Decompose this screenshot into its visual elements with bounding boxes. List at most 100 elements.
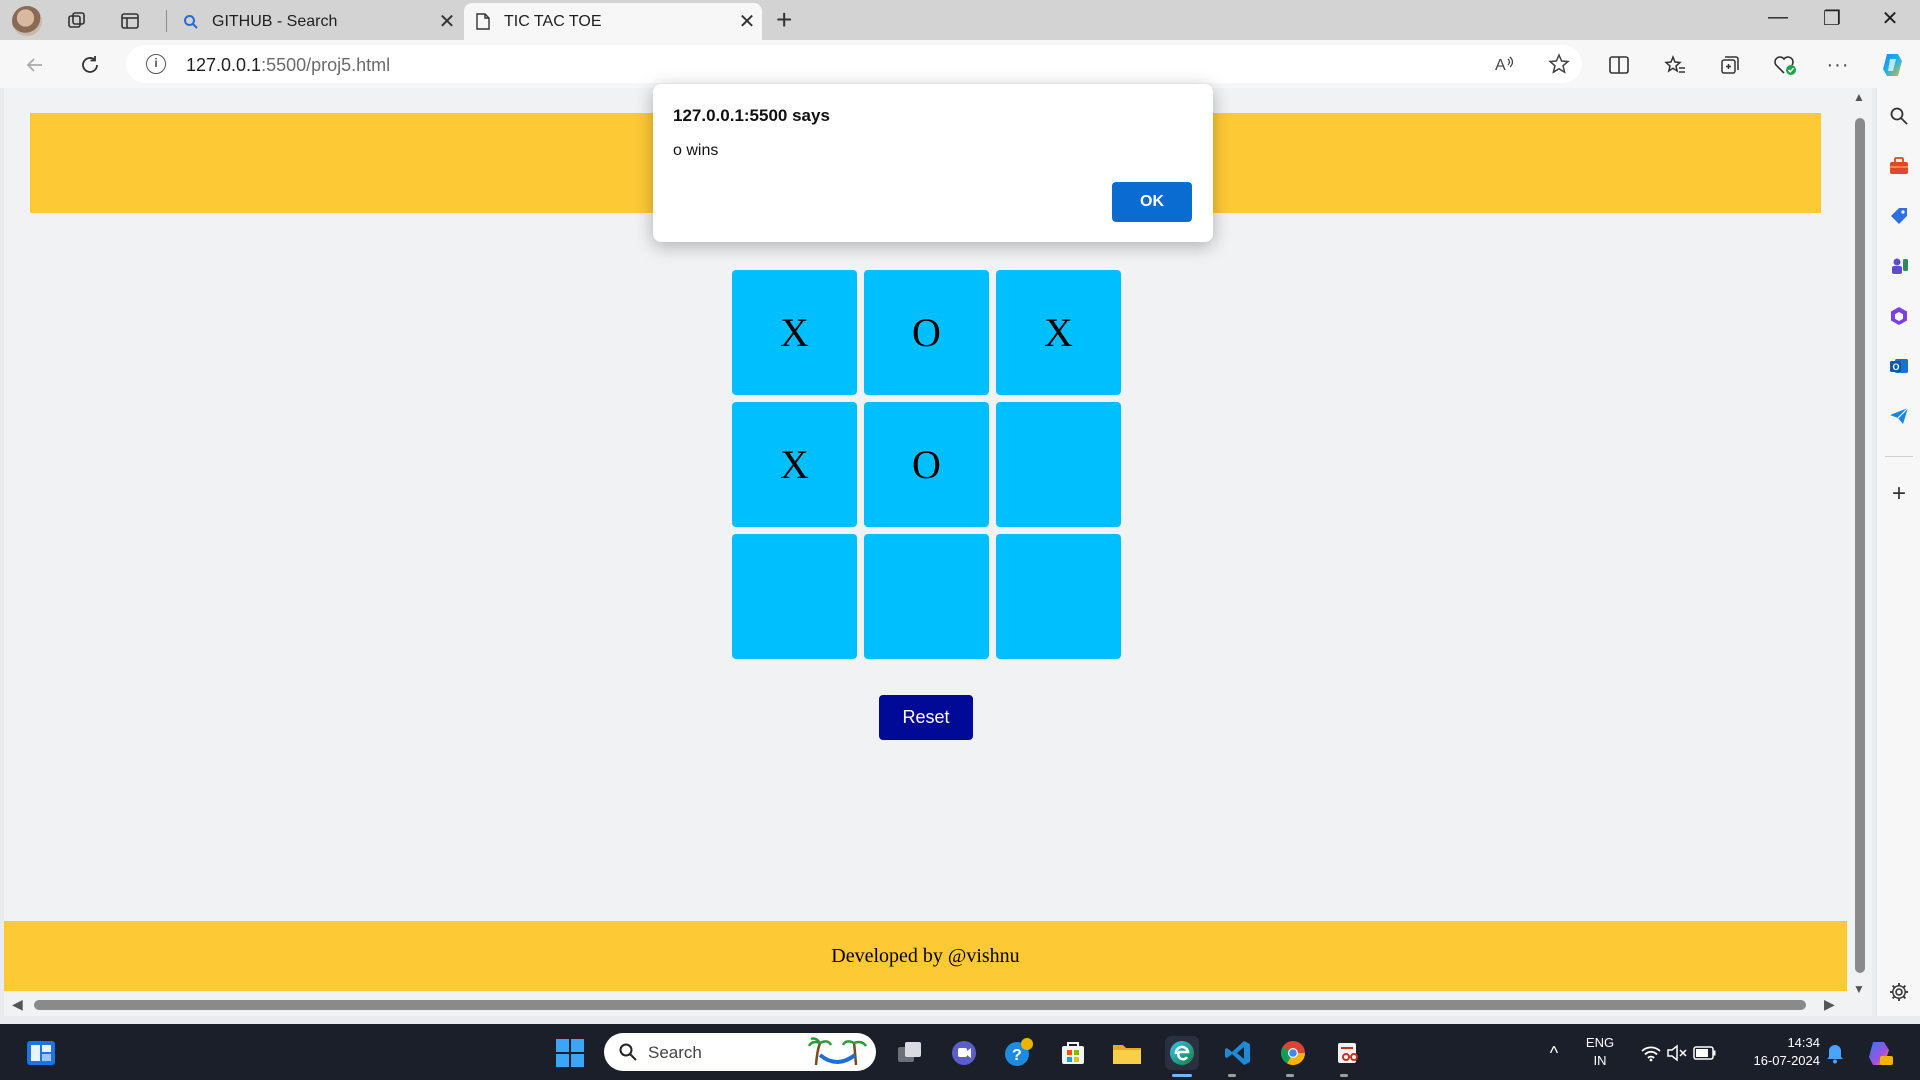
search-icon — [182, 13, 200, 31]
tools-briefcase-icon[interactable] — [1887, 154, 1911, 178]
collections-icon[interactable] — [1715, 50, 1745, 80]
taskbar-search-label: Search — [648, 1043, 702, 1062]
office-icon[interactable] — [1887, 304, 1911, 328]
workspaces-icon[interactable] — [64, 8, 90, 34]
snipping-running-indicator — [1340, 1074, 1348, 1077]
board-cell-9[interactable] — [996, 534, 1121, 659]
scroll-up-arrow-icon[interactable]: ▲ — [1853, 90, 1865, 104]
board-cell-6[interactable] — [996, 402, 1121, 527]
refresh-icon[interactable] — [75, 50, 105, 80]
vertical-tabs-icon[interactable] — [117, 8, 143, 34]
new-tab-icon[interactable]: + — [776, 4, 792, 36]
alert-dialog: 127.0.0.1:5500 says o wins OK — [653, 84, 1213, 242]
search-icon[interactable] — [1887, 104, 1911, 128]
settings-gear-icon[interactable] — [1887, 980, 1911, 1004]
vertical-scroll-thumb[interactable] — [1855, 118, 1865, 973]
close-tab-icon[interactable]: ✕ — [732, 9, 762, 34]
board-cell-1[interactable]: X — [732, 270, 857, 395]
horizontal-scrollbar[interactable]: ◀ ▶ — [4, 993, 1847, 1016]
address-bar[interactable]: i 127.0.0.1:5500/proj5.html A — [126, 45, 1582, 83]
url-host: 127.0.0.1 — [186, 55, 262, 75]
taskbar-search-box[interactable]: Search — [604, 1033, 876, 1071]
add-icon[interactable]: + — [1887, 480, 1911, 507]
close-window-icon[interactable]: ✕ — [1870, 6, 1910, 31]
vscode-icon[interactable] — [1221, 1036, 1255, 1070]
url-text[interactable]: 127.0.0.1:5500/proj5.html — [186, 55, 390, 76]
tab-github-search[interactable]: GITHUB - Search ✕ — [172, 3, 462, 40]
battery-icon[interactable] — [1688, 1036, 1722, 1070]
language-indicator[interactable]: ENG IN — [1580, 1034, 1620, 1070]
file-explorer-icon[interactable] — [1110, 1036, 1144, 1070]
browser-toolbar: i 127.0.0.1:5500/proj5.html A ··· — [0, 40, 1920, 88]
board-cell-8[interactable] — [864, 534, 989, 659]
scroll-right-arrow-icon[interactable]: ▶ — [1824, 996, 1835, 1013]
start-windows-icon[interactable] — [553, 1036, 587, 1070]
shopping-tag-icon[interactable] — [1887, 204, 1911, 228]
outlook-icon[interactable]: O — [1887, 354, 1911, 378]
microsoft-store-icon[interactable] — [1056, 1036, 1090, 1070]
board-cell-3[interactable]: X — [996, 270, 1121, 395]
clock-time: 14:34 — [1787, 1035, 1820, 1050]
edge-sidebar: O + — [1876, 88, 1920, 1016]
sidebar-divider — [1885, 456, 1913, 457]
chrome-icon[interactable] — [1276, 1036, 1310, 1070]
vscode-running-indicator — [1228, 1074, 1236, 1077]
page-footer: Developed by @vishnu — [4, 921, 1847, 991]
favorites-icon[interactable] — [1660, 50, 1690, 80]
back-arrow-icon[interactable] — [20, 50, 50, 80]
svg-text:O: O — [1893, 362, 1900, 372]
board-cell-4[interactable]: X — [732, 402, 857, 527]
tic-tac-toe-board: X O X X O — [732, 270, 1122, 659]
vertical-scrollbar[interactable]: ▲ ▼ — [1847, 88, 1872, 1003]
teams-chat-icon[interactable] — [947, 1036, 981, 1070]
board-cell-5[interactable]: O — [864, 402, 989, 527]
minimize-icon[interactable]: — — [1758, 6, 1798, 29]
restore-icon[interactable]: ❐ — [1812, 6, 1852, 31]
profile-avatar[interactable] — [12, 6, 42, 36]
tab-tic-tac-toe[interactable]: TIC TAC TOE ✕ — [464, 3, 762, 40]
board-cell-2[interactable]: O — [864, 270, 989, 395]
beach-hammock-icon — [807, 1037, 868, 1072]
snipping-tool-icon[interactable] — [1331, 1036, 1365, 1070]
svg-text:A: A — [1495, 57, 1506, 74]
more-options-icon[interactable]: ··· — [1823, 50, 1853, 80]
edge-browser-icon[interactable] — [1165, 1036, 1199, 1070]
horizontal-scroll-thumb[interactable] — [34, 1000, 1806, 1010]
ok-button[interactable]: OK — [1112, 182, 1192, 222]
widgets-icon[interactable] — [24, 1036, 58, 1070]
page-icon — [474, 13, 492, 31]
titlebar-separator — [166, 10, 167, 32]
tab-title: TIC TAC TOE — [504, 12, 602, 30]
url-path: :5500/proj5.html — [261, 55, 391, 75]
clock-date: 16-07-2024 — [1753, 1053, 1821, 1068]
clock[interactable]: 14:34 16-07-2024 — [1730, 1034, 1821, 1070]
games-icon[interactable] — [1887, 254, 1911, 278]
scroll-down-arrow-icon[interactable]: ▼ — [1853, 982, 1865, 996]
reset-button[interactable]: Reset — [879, 695, 973, 740]
tab-title: GITHUB - Search — [212, 12, 338, 30]
browser-titlebar: GITHUB - Search ✕ TIC TAC TOE ✕ + — ❐ ✕ — [0, 0, 1920, 40]
telegram-send-icon[interactable] — [1887, 404, 1911, 428]
notification-bell-icon[interactable] — [1818, 1036, 1852, 1070]
get-help-icon[interactable]: ? — [1001, 1036, 1035, 1070]
chrome-running-indicator — [1286, 1074, 1294, 1077]
svg-text:?: ? — [1012, 1047, 1022, 1064]
dialog-title: 127.0.0.1:5500 says — [673, 106, 830, 125]
site-info-icon[interactable]: i — [146, 54, 166, 74]
search-icon — [618, 1042, 638, 1067]
favorite-star-icon[interactable] — [1544, 49, 1574, 79]
browser-essentials-icon[interactable] — [1770, 50, 1800, 80]
copilot-icon[interactable] — [1878, 50, 1908, 80]
split-screen-icon[interactable] — [1604, 50, 1634, 80]
scroll-left-arrow-icon[interactable]: ◀ — [12, 996, 23, 1013]
read-aloud-icon[interactable]: A — [1490, 49, 1520, 79]
show-hidden-icons-chevron-icon[interactable]: ^ — [1537, 1036, 1571, 1070]
board-cell-7[interactable] — [732, 534, 857, 659]
copilot-taskbar-icon[interactable] — [1862, 1036, 1896, 1070]
dialog-message: o wins — [673, 142, 719, 159]
task-view-icon[interactable] — [893, 1036, 927, 1070]
language-code: ENG — [1585, 1035, 1615, 1050]
windows-taskbar: Search ? ^ ENG IN 14:34 16-07-2024 — [0, 1024, 1920, 1080]
edge-active-indicator — [1172, 1074, 1192, 1077]
close-tab-icon[interactable]: ✕ — [432, 9, 462, 34]
